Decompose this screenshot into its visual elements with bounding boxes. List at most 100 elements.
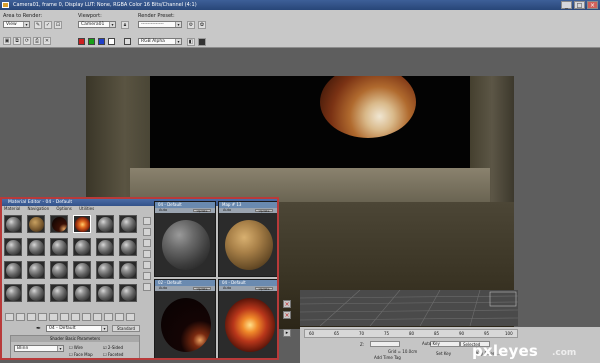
sample-slot[interactable] [96,215,114,233]
mono-toggle[interactable] [124,38,131,45]
chevron-down-icon: ▾ [175,22,181,27]
put-to-scene-icon[interactable] [16,313,25,321]
sample-slot[interactable] [119,284,137,302]
material-name-field[interactable]: 04 - Default ▾ [46,325,108,332]
set-key-button[interactable]: Set Key [436,351,451,356]
sample-slot[interactable] [73,284,91,302]
sample-slot[interactable] [27,215,45,233]
sample-slot[interactable] [96,284,114,302]
slot-sphere [98,217,113,232]
make-preview-icon[interactable] [143,272,151,280]
copy-material-icon[interactable] [49,313,58,321]
preview-update-button[interactable]: Update [255,209,273,213]
z-field[interactable] [370,341,400,347]
preview-panel-2[interactable]: Map # 13 Auto Update [218,201,277,277]
options-icon[interactable] [143,283,151,291]
material-type-button[interactable]: Standard [112,325,140,332]
background-icon[interactable] [143,239,151,247]
put-to-library-icon[interactable] [71,313,80,321]
preset-dropdown[interactable]: -------------- ▾ [138,21,182,28]
sample-slot[interactable] [4,238,22,256]
preview-panel-4[interactable]: 04 - Default Auto Update [218,279,277,358]
faceted-checkbox[interactable]: ☐ Faceted [103,352,123,357]
sample-slot[interactable] [27,261,45,279]
sample-slot[interactable] [4,261,22,279]
wire-checkbox[interactable]: ☐ Wire [69,345,83,350]
sample-slot[interactable] [73,238,91,256]
auto-region-icon[interactable]: ✓ [44,21,52,29]
channel-dropdown[interactable]: RGB Alpha ▾ [138,38,182,45]
show-end-result-icon[interactable] [104,313,113,321]
sample-slot[interactable] [50,284,68,302]
assign-material-icon[interactable] [27,313,36,321]
preview-update-button[interactable]: Update [193,287,211,291]
two-sided-checkbox[interactable]: ☑ 2-Sided [103,345,123,350]
display-toggle-icon[interactable]: ◧ [187,38,195,46]
material-id-icon[interactable] [82,313,91,321]
maximize-button[interactable]: □ [574,1,585,9]
sample-slot[interactable] [4,215,22,233]
area-dropdown[interactable]: View ▾ [3,21,30,28]
render-setup-icon[interactable]: ⚙ [187,21,195,29]
print-icon[interactable]: ⎙ [33,37,41,45]
auto-key-button[interactable]: Auto Key [422,341,440,346]
slot-sphere [52,240,67,255]
sample-slot[interactable] [119,261,137,279]
sample-slot[interactable] [96,261,114,279]
get-material-icon[interactable] [5,313,14,321]
shader-dropdown[interactable]: Blinn ▾ [14,345,64,352]
sample-slot[interactable] [73,215,91,233]
red-channel-toggle[interactable] [78,38,85,45]
time-ruler[interactable]: 60 65 70 75 80 85 90 95 100 [304,329,518,338]
menu-material[interactable]: Material [4,206,20,211]
close-button[interactable]: × [587,1,598,9]
preview-update-button[interactable]: Update [255,287,273,291]
save-image-icon[interactable]: ▣ [3,37,11,45]
edit-region-icon[interactable]: ✎ [34,21,42,29]
minimize-button[interactable]: _ [561,1,572,9]
sample-slot[interactable] [119,238,137,256]
sample-slot[interactable] [73,261,91,279]
green-channel-toggle[interactable] [88,38,95,45]
crop-icon[interactable]: ⊡ [54,21,62,29]
sample-slot[interactable] [119,215,137,233]
rollout-title[interactable]: Shader Basic Parameters [11,336,139,342]
video-check-icon[interactable] [143,261,151,269]
sample-slot[interactable] [4,284,22,302]
color-swatch-icon[interactable] [198,38,206,46]
preview-update-button[interactable]: Update [193,209,211,213]
environment-icon[interactable]: ✿ [198,21,206,29]
uv-tiling-icon[interactable] [143,250,151,258]
sample-slot[interactable] [27,238,45,256]
menu-utilities[interactable]: Utilities [79,206,94,211]
sample-slot[interactable] [50,238,68,256]
add-time-tag-button[interactable]: Add Time Tag [374,355,401,360]
viewport-dropdown[interactable]: Camera01 ▾ [78,21,116,28]
face-map-checkbox[interactable]: ☐ Face Map [69,352,93,357]
menu-options[interactable]: Options [56,206,71,211]
copy-image-icon[interactable]: ⧉ [13,37,21,45]
go-forward-icon[interactable] [126,313,135,321]
arrow-icon[interactable]: ▸ [283,329,291,337]
close-icon[interactable]: × [283,311,291,319]
close-icon[interactable]: × [283,300,291,308]
sample-slot[interactable] [50,215,68,233]
preview-panel-1[interactable]: 04 - Default Auto Update [154,201,216,277]
show-in-viewport-icon[interactable] [93,313,102,321]
reset-map-icon[interactable] [38,313,47,321]
alpha-channel-toggle[interactable] [108,38,115,45]
eyedropper-icon[interactable]: ✒ [36,325,44,332]
make-unique-icon[interactable] [60,313,69,321]
clone-window-icon[interactable]: ⟳ [23,37,31,45]
backlight-icon[interactable] [143,228,151,236]
go-to-parent-icon[interactable] [115,313,124,321]
menu-navigation[interactable]: Navigation [28,206,50,211]
sample-slot[interactable] [96,238,114,256]
sample-slot[interactable] [50,261,68,279]
preview-panel-3[interactable]: 02 - Default Auto Update [154,279,216,358]
lock-icon[interactable]: 🔒︎ [121,21,129,29]
clear-icon[interactable]: ✕ [43,37,51,45]
sample-type-icon[interactable] [143,217,151,225]
sample-slot[interactable] [27,284,45,302]
blue-channel-toggle[interactable] [98,38,105,45]
